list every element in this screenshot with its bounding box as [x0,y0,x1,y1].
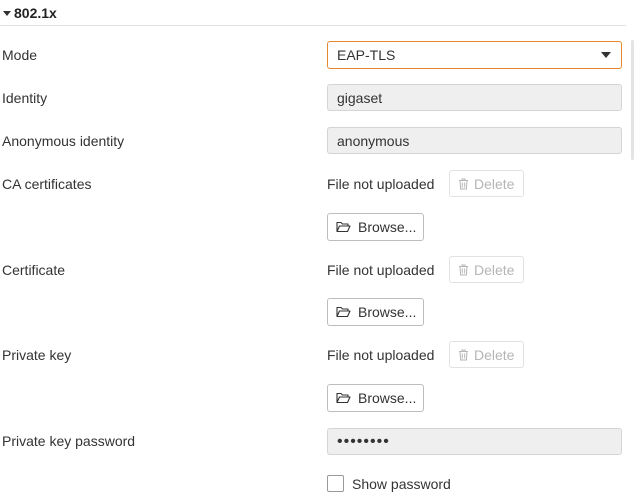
folder-open-icon [336,392,351,404]
trash-icon [459,349,468,360]
section-header-802-1x[interactable]: 802.1x [0,0,626,26]
private-key-browse-label: Browse... [358,390,417,406]
triangle-down-icon [3,10,11,16]
mode-label: Mode [2,47,38,63]
trash-icon [459,264,468,275]
identity-input-value: gigaset [337,89,383,106]
anonymous-identity-input-value: anonymous [337,132,410,149]
ca-certificates-status: File not uploaded [327,176,435,192]
private-key-browse-button[interactable]: Browse... [327,384,424,412]
certificate-status: File not uploaded [327,262,435,278]
private-key-password-input[interactable]: •••••••• [327,428,622,455]
ca-certificates-delete-label: Delete [474,175,515,192]
ca-certificates-label: CA certificates [2,176,92,192]
private-key-delete-button[interactable]: Delete [449,341,524,368]
scrollbar[interactable] [631,40,634,160]
show-password-label[interactable]: Show password [352,476,451,492]
private-key-label: Private key [2,347,72,363]
anonymous-identity-input[interactable]: anonymous [327,127,622,154]
private-key-delete-label: Delete [474,346,515,363]
private-key-password-label: Private key password [2,433,136,449]
certificate-label: Certificate [2,262,66,278]
certificate-delete-label: Delete [474,261,515,278]
ca-certificates-browse-button[interactable]: Browse... [327,213,424,241]
folder-open-icon [336,306,351,318]
certificate-browse-label: Browse... [358,304,417,320]
private-key-status: File not uploaded [327,347,435,363]
identity-input[interactable]: gigaset [327,84,622,111]
ca-certificates-browse-label: Browse... [358,219,417,235]
identity-label: Identity [2,90,48,106]
certificate-browse-button[interactable]: Browse... [327,298,424,326]
private-key-password-value: •••••••• [337,432,390,450]
trash-icon [459,178,468,189]
certificate-delete-button[interactable]: Delete [449,256,524,283]
mode-select[interactable]: EAP-TLS [327,41,622,69]
chevron-down-icon [601,52,611,58]
folder-open-icon [336,221,351,233]
mode-select-value: EAP-TLS [337,47,396,63]
ca-certificates-delete-button[interactable]: Delete [449,170,524,197]
anonymous-identity-label: Anonymous identity [2,133,125,149]
show-password-checkbox[interactable] [327,475,344,492]
section-title: 802.1x [14,4,57,21]
